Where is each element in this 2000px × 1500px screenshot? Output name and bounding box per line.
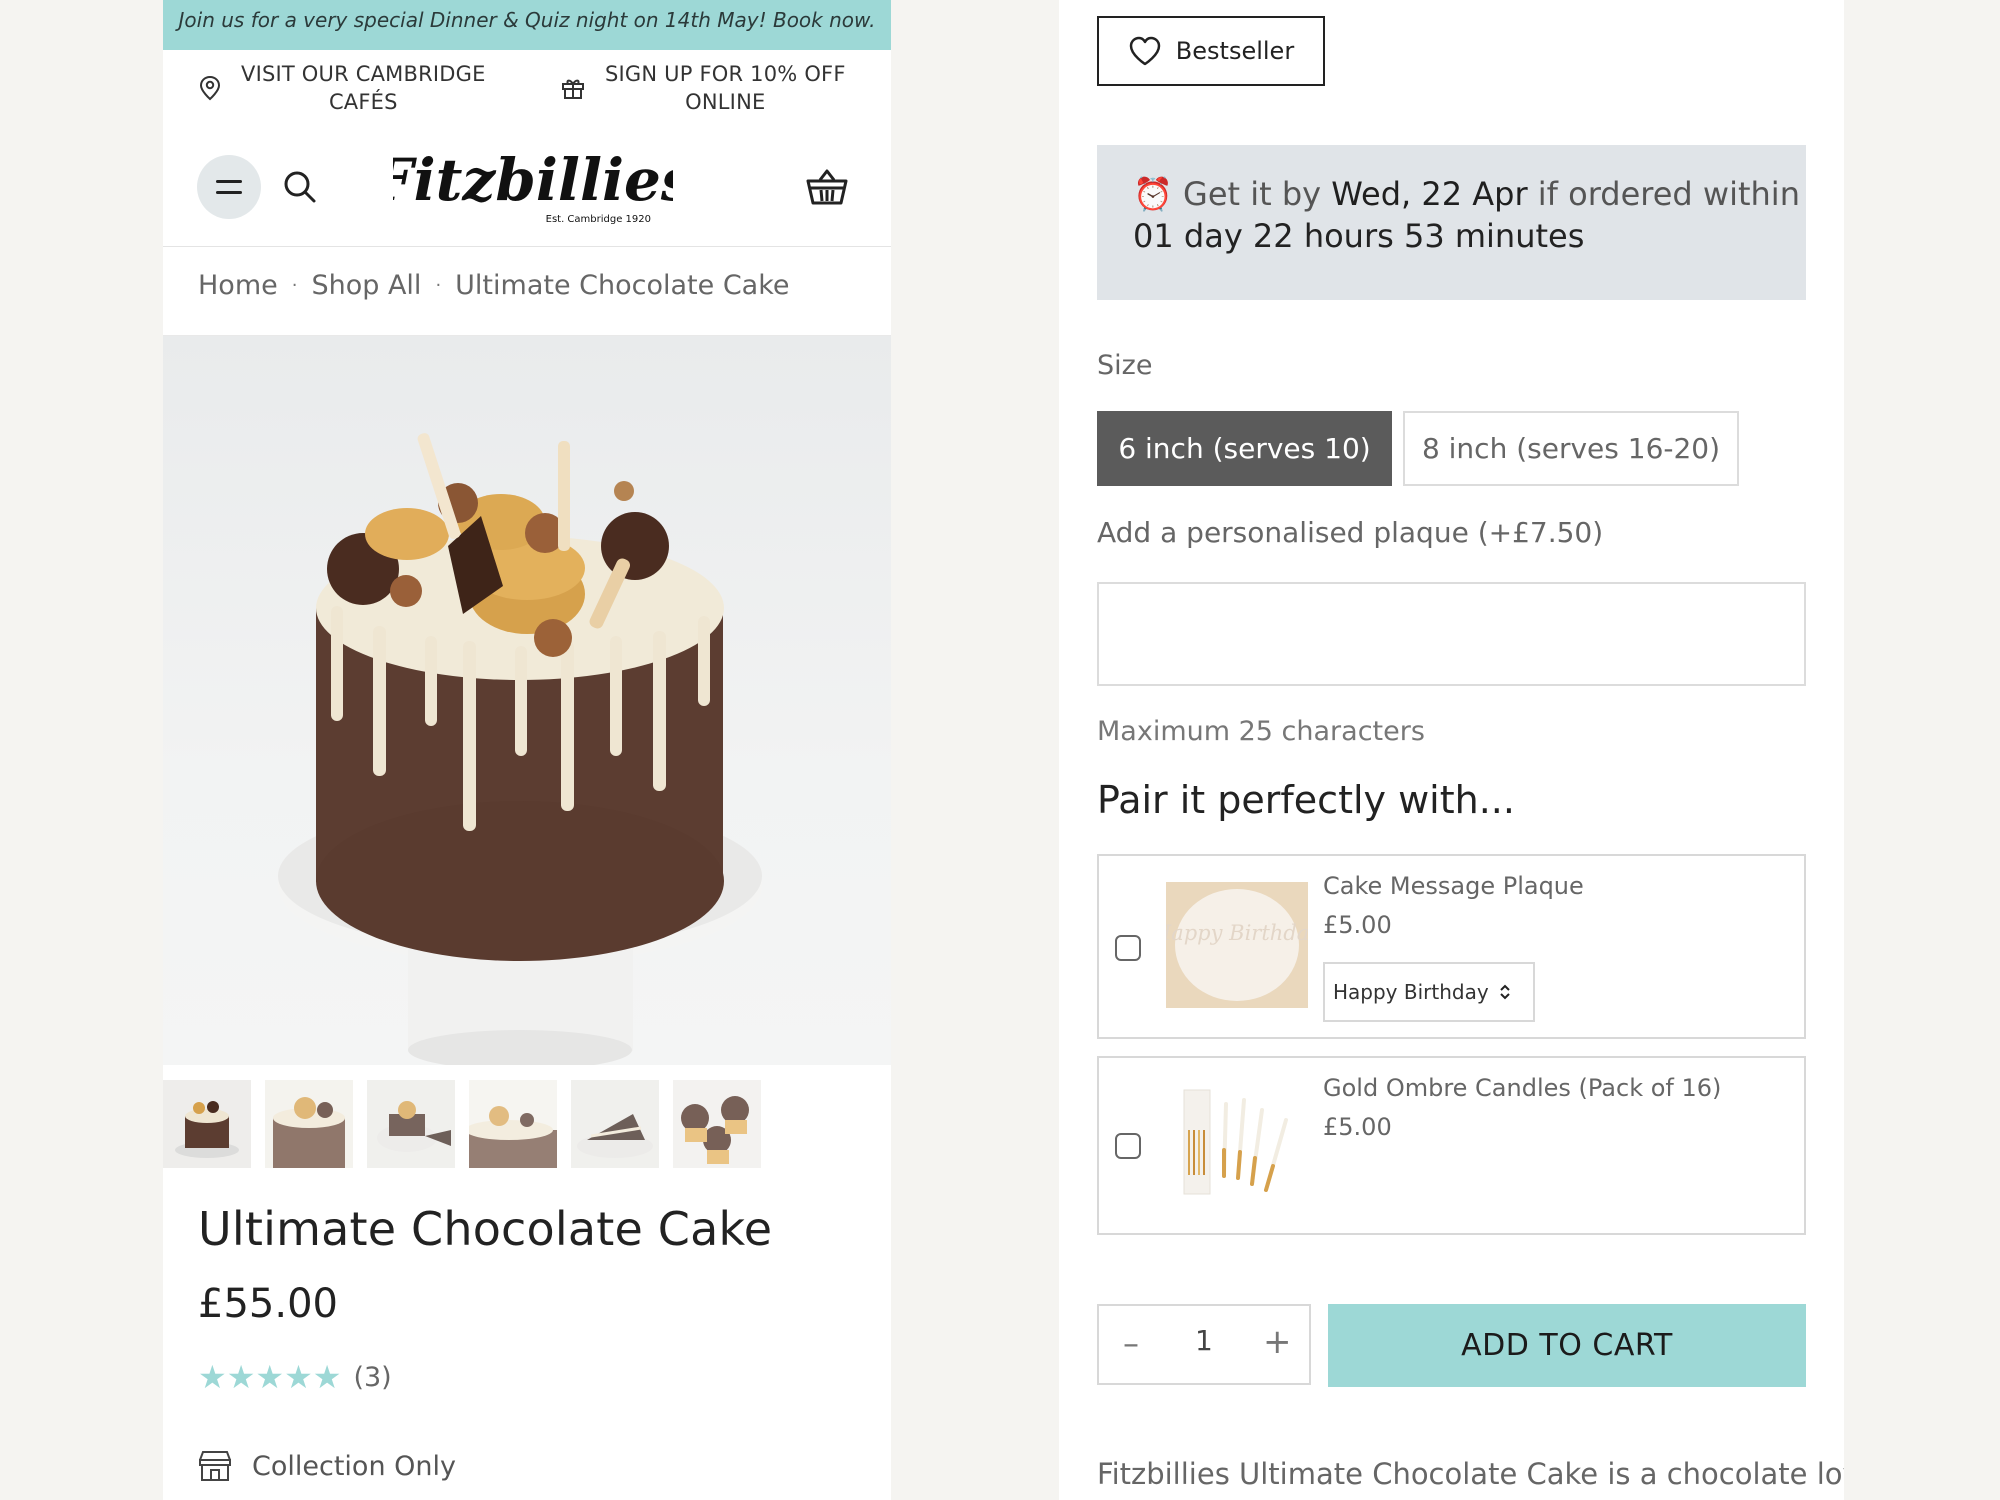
product-price: £55.00 [198, 1281, 338, 1327]
star-rating-icons: ★★★★★ [198, 1358, 342, 1396]
quantity-increase-button[interactable]: + [1263, 1322, 1292, 1362]
fulfilment-label: Collection Only [252, 1450, 456, 1482]
pair-item-price: £5.00 [1323, 911, 1392, 939]
promo-line: CAFÉS [328, 90, 398, 114]
pair-item-card: Happy Birthday Cake Message Plaque £5.00… [1097, 854, 1806, 1039]
cake-illustration [278, 433, 762, 1070]
plaque-hint: Maximum 25 characters [1097, 716, 1425, 747]
logo-text: Fitzbillies [393, 146, 673, 214]
pair-item-checkbox[interactable] [1115, 935, 1141, 961]
plaque-product-image[interactable]: Happy Birthday [1166, 882, 1308, 1008]
thumbnail-image [571, 1080, 659, 1168]
thumbnail-image [163, 1080, 251, 1168]
pair-item-name: Gold Ombre Candles (Pack of 16) [1323, 1074, 1722, 1102]
promo-visit-cafes[interactable]: VISIT OUR CAMBRIDGE CAFÉS [199, 58, 486, 118]
size-option-6-inch[interactable]: 6 inch (serves 10) [1097, 411, 1392, 486]
gallery-thumbnail[interactable] [163, 1080, 251, 1168]
plaque-image-text: Happy Birthday [1166, 921, 1308, 945]
menu-button[interactable] [197, 155, 261, 219]
breadcrumb-shop-all[interactable]: Shop All [311, 270, 421, 301]
delivery-countdown: 01 day 22 hours 53 minutes [1133, 217, 1585, 255]
quantity-stepper: – 1 + [1097, 1304, 1311, 1385]
promo-line: VISIT OUR CAMBRIDGE [241, 62, 486, 86]
alarm-clock-icon: ⏰ [1133, 175, 1173, 213]
thumbnail-image [265, 1080, 353, 1168]
breadcrumb-home[interactable]: Home [198, 270, 278, 301]
shop-icon [199, 1451, 231, 1481]
thumbnail-image [673, 1080, 761, 1168]
promo-signup-label: SIGN UP FOR 10% OFF ONLINE [605, 60, 846, 116]
plaque-message-select[interactable]: Happy Birthday [1323, 962, 1535, 1022]
gallery-thumbnail[interactable] [367, 1080, 455, 1168]
logo-tagline: Est. Cambridge 1920 [546, 214, 651, 225]
gallery-thumbnail[interactable] [469, 1080, 557, 1168]
header-divider [163, 246, 891, 247]
bestseller-label: Bestseller [1175, 37, 1295, 65]
gallery-thumbnail[interactable] [571, 1080, 659, 1168]
product-description: Fitzbillies Ultimate Chocolate Cake is a… [1097, 1457, 1844, 1491]
fulfilment-info: Collection Only [198, 1450, 456, 1482]
size-label: Size [1097, 350, 1153, 381]
gift-icon [562, 79, 584, 99]
product-panel-left: Join us for a very special Dinner & Quiz… [163, 0, 891, 1500]
promo-line: ONLINE [685, 90, 766, 114]
pair-item-price: £5.00 [1323, 1113, 1392, 1141]
thumbnail-image [367, 1080, 455, 1168]
basket-icon[interactable] [806, 168, 848, 206]
announcement-text: Join us for a very special Dinner & Quiz… [178, 8, 876, 32]
thumbnail-image [469, 1080, 557, 1168]
product-rating[interactable]: ★★★★★ (3) [198, 1361, 392, 1393]
gallery-thumbnail[interactable] [265, 1080, 353, 1168]
breadcrumb: Home · Shop All · Ultimate Chocolate Cak… [198, 270, 790, 301]
announcement-bar[interactable]: Join us for a very special Dinner & Quiz… [163, 0, 891, 50]
fitzbillies-logo[interactable]: Fitzbillies Est. Cambridge 1920 [393, 140, 673, 230]
breadcrumb-current: Ultimate Chocolate Cake [455, 270, 790, 301]
pair-section-title: Pair it perfectly with... [1097, 778, 1515, 822]
review-count: (3) [353, 1361, 392, 1393]
plaque-text-input[interactable] [1097, 582, 1806, 686]
candles-product-image[interactable] [1166, 1080, 1308, 1206]
product-main-image[interactable] [163, 336, 891, 1070]
delivery-line: ⏰ Get it by Wed, 22 Apr if ordered withi… [1133, 175, 1800, 213]
add-to-cart-button[interactable]: ADD TO CART [1328, 1304, 1806, 1387]
product-title: Ultimate Chocolate Cake [198, 1202, 773, 1256]
quantity-decrease-button[interactable]: – [1123, 1324, 1139, 1362]
gallery-thumbnail[interactable] [673, 1080, 761, 1168]
search-icon[interactable] [283, 170, 317, 204]
plaque-select-value: Happy Birthday [1333, 980, 1489, 1004]
pair-item-card: Gold Ombre Candles (Pack of 16) £5.00 [1097, 1056, 1806, 1235]
product-panel-right: Bestseller ⏰ Get it by Wed, 22 Apr if or… [1059, 0, 1844, 1500]
location-pin-icon [199, 75, 221, 101]
breadcrumb-separator: · [291, 275, 298, 296]
promo-signup-discount[interactable]: SIGN UP FOR 10% OFF ONLINE [561, 58, 846, 118]
plaque-label: Add a personalised plaque (+£7.50) [1097, 516, 1604, 549]
delivery-estimate: ⏰ Get it by Wed, 22 Apr if ordered withi… [1097, 145, 1806, 300]
promo-visit-cafes-label: VISIT OUR CAMBRIDGE CAFÉS [241, 60, 486, 116]
delivery-prefix: Get it by [1183, 175, 1322, 213]
delivery-date: Wed, 22 Apr [1331, 175, 1528, 213]
size-option-8-inch[interactable]: 8 inch (serves 16-20) [1403, 411, 1739, 486]
pair-item-checkbox[interactable] [1115, 1133, 1141, 1159]
chevron-up-down-icon [1499, 984, 1510, 1000]
promo-line: SIGN UP FOR 10% OFF [605, 62, 846, 86]
breadcrumb-separator: · [435, 275, 442, 296]
pair-item-name: Cake Message Plaque [1323, 872, 1584, 900]
quantity-input[interactable]: 1 [1195, 1324, 1213, 1357]
bestseller-badge: Bestseller [1097, 16, 1325, 86]
heart-icon [1129, 36, 1161, 66]
delivery-suffix: if ordered within [1537, 175, 1800, 213]
